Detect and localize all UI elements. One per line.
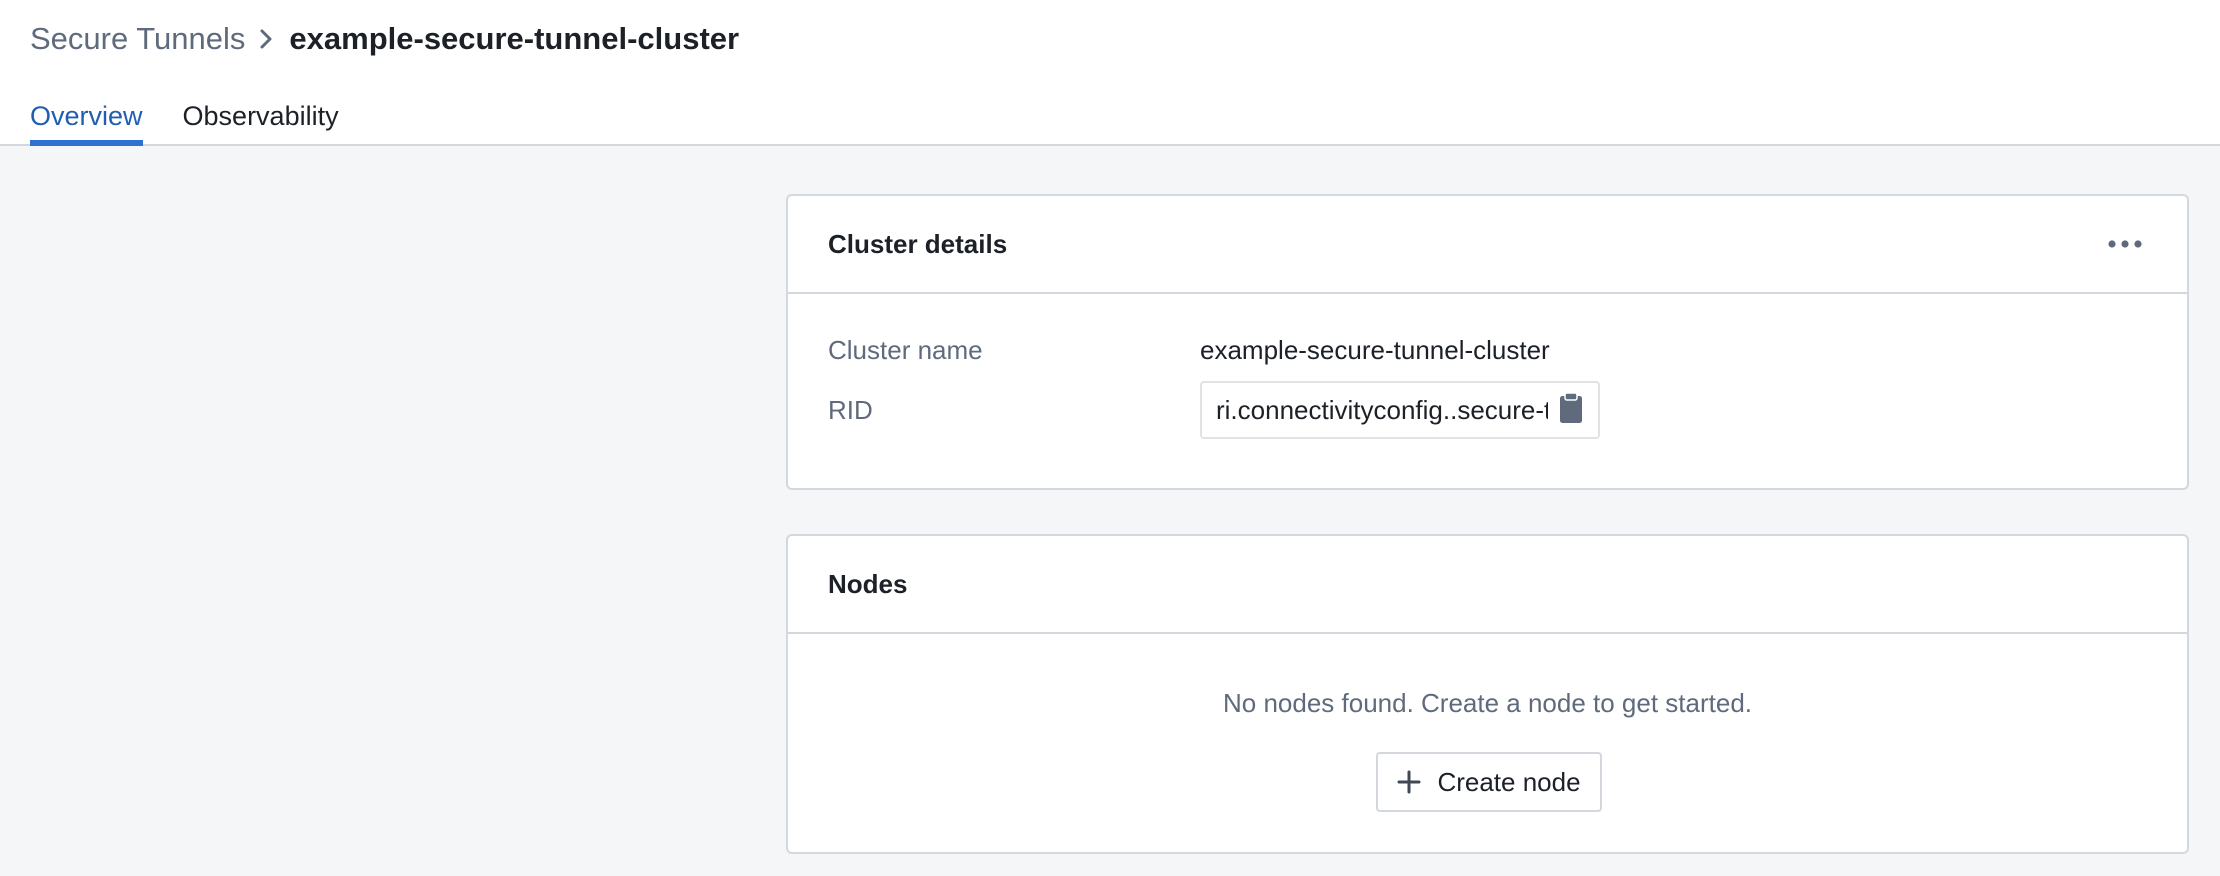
page-header: Secure Tunnels example-secure-tunnel-clu… [0, 0, 2220, 146]
create-node-button[interactable]: Create node [1376, 752, 1602, 812]
cluster-details-header: Cluster details [788, 196, 2187, 294]
copy-rid-button[interactable] [1556, 391, 1586, 429]
nodes-title: Nodes [828, 568, 908, 599]
page-title: example-secure-tunnel-cluster [289, 21, 740, 56]
rid-row: RID ri.connectivityconfig..secure-tunnel… [828, 380, 1600, 440]
cluster-name-value: example-secure-tunnel-cluster [1200, 334, 1550, 365]
cluster-name-label: Cluster name [828, 334, 983, 365]
clipboard-icon [1559, 391, 1583, 429]
plus-icon [1397, 770, 1421, 794]
chevron-right-icon [259, 28, 273, 50]
cluster-name-row: Cluster name example-secure-tunnel-clust… [828, 330, 1550, 370]
nodes-header: Nodes [788, 536, 2187, 634]
nodes-card: Nodes No nodes found. Create a node to g… [786, 534, 2189, 854]
rid-label: RID [828, 394, 873, 425]
rid-value[interactable]: ri.connectivityconfig..secure-tunnel-clu… [1216, 395, 1548, 426]
rid-field[interactable]: ri.connectivityconfig..secure-tunnel-clu… [1200, 381, 1600, 439]
cluster-details-card: Cluster details Cluster name example-sec… [786, 194, 2189, 490]
more-horizontal-icon [2108, 235, 2142, 253]
breadcrumb: Secure Tunnels example-secure-tunnel-clu… [30, 18, 739, 60]
nodes-empty-message: No nodes found. Create a node to get sta… [1222, 688, 1753, 718]
tab-bar: Overview Observability [30, 96, 379, 146]
cluster-details-title: Cluster details [828, 228, 1008, 259]
tab-observability[interactable]: Observability [183, 96, 339, 142]
create-node-label: Create node [1437, 766, 1581, 797]
tab-overview[interactable]: Overview [30, 96, 143, 146]
more-options-button[interactable] [2103, 226, 2147, 262]
breadcrumb-secure-tunnels-link[interactable]: Secure Tunnels [30, 21, 245, 57]
